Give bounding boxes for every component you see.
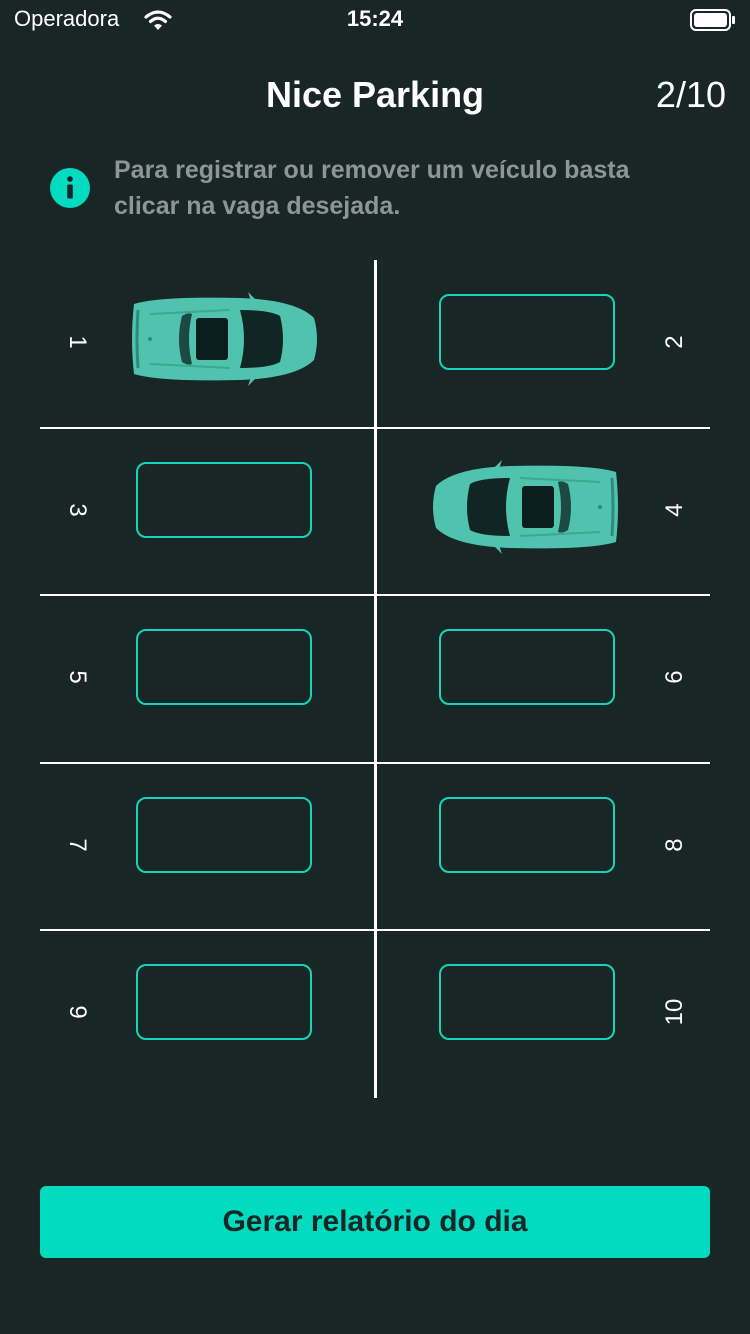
empty-spot-slot[interactable]	[136, 964, 312, 1040]
spot-number: 2	[661, 335, 688, 349]
status-time: 15:24	[346, 6, 404, 31]
empty-spot-slot[interactable]	[439, 629, 615, 705]
status-bar: Operadora 15:24	[0, 0, 750, 40]
lot-row-divider	[40, 594, 710, 596]
spot-number: 3	[64, 502, 91, 517]
spot-number: 5	[64, 670, 91, 684]
car-icon	[132, 292, 317, 386]
spot-number: 10	[661, 998, 688, 1026]
empty-spot-slot[interactable]	[439, 294, 615, 370]
info-text: Para registrar ou remover um veículo bas…	[114, 156, 630, 220]
empty-spot-slot[interactable]	[136, 461, 312, 538]
battery-icon	[690, 9, 735, 31]
header: Nice Parking 2/10	[0, 70, 750, 124]
occupancy-count: 2/10	[655, 74, 726, 115]
info-banner: Para registrar ou remover um veículo bas…	[50, 152, 710, 232]
spot-number: 1	[64, 335, 91, 349]
empty-spot-slot[interactable]	[439, 964, 615, 1040]
lot-row-divider	[40, 929, 710, 931]
lot-row-divider	[40, 761, 710, 764]
car-icon	[433, 459, 618, 554]
spot-number: 7	[64, 837, 91, 852]
spot-number: 6	[661, 670, 688, 684]
generate-report-button[interactable]: Gerar relatório do dia	[40, 1186, 710, 1258]
page-title: Nice Parking	[265, 74, 485, 115]
lot-row-divider	[40, 426, 710, 429]
empty-spot-slot[interactable]	[439, 796, 615, 873]
spot-number: 8	[661, 837, 688, 852]
spot-number: 4	[661, 502, 688, 517]
info-icon	[50, 168, 90, 208]
spot-number: 9	[64, 1005, 91, 1019]
parking-lot: 1 2 3 4 5 6 7 8 9 10	[40, 260, 710, 1098]
empty-spot-slot[interactable]	[136, 796, 312, 873]
empty-spot-slot[interactable]	[136, 629, 312, 705]
lot-center-divider	[374, 260, 377, 1098]
